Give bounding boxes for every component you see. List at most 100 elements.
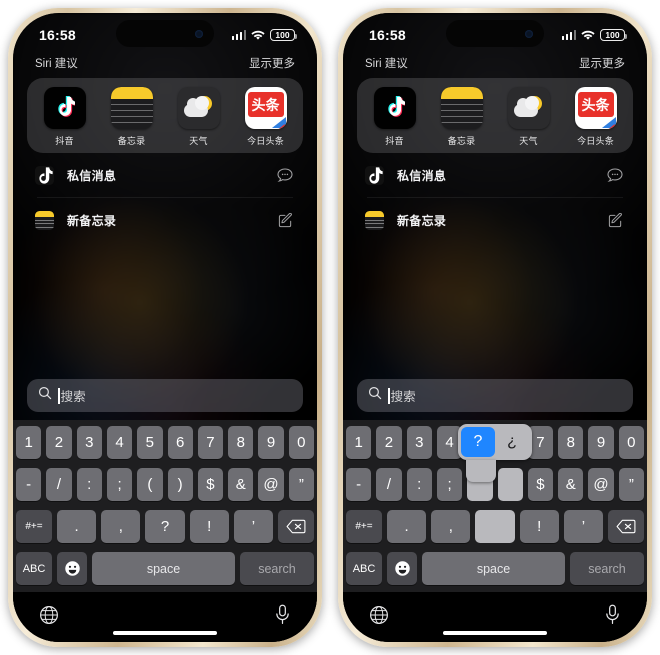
globe-icon[interactable] xyxy=(39,605,59,630)
key-exclamation[interactable]: ! xyxy=(189,510,229,543)
key-semicolon[interactable]: ; xyxy=(106,468,133,501)
siri-action-row-message[interactable]: 私信消息 xyxy=(357,153,633,197)
key-1[interactable]: 1 xyxy=(16,426,42,459)
key-period[interactable]: . xyxy=(57,510,97,543)
key-period[interactable]: . xyxy=(387,510,427,543)
key-search[interactable]: search xyxy=(240,552,314,585)
key-symbols-toggle[interactable]: #+= xyxy=(346,510,382,543)
key-2[interactable]: 2 xyxy=(376,426,402,459)
key-2[interactable]: 2 xyxy=(46,426,72,459)
siri-action-row-new-note[interactable]: 新备忘录 xyxy=(27,198,303,242)
emoji-icon[interactable] xyxy=(387,552,417,585)
siri-title: Siri 建议 xyxy=(35,58,78,70)
key-dollar[interactable]: $ xyxy=(197,468,224,501)
key-8[interactable]: 8 xyxy=(228,426,254,459)
key-paren-close[interactable]: ) xyxy=(497,468,523,501)
key-0[interactable]: 0 xyxy=(618,426,644,459)
home-indicator[interactable] xyxy=(443,631,547,635)
key-9[interactable]: 9 xyxy=(258,426,284,459)
key-6[interactable]: 6 xyxy=(167,426,193,459)
notes-icon xyxy=(440,87,483,129)
search-icon xyxy=(368,386,382,405)
key-hyphen[interactable]: - xyxy=(346,468,372,501)
emoji-icon[interactable] xyxy=(57,552,87,585)
key-semicolon[interactable]: ; xyxy=(436,468,463,501)
app-suggestion-notes[interactable]: 备忘录 xyxy=(431,87,493,147)
app-suggestion-tiktok[interactable]: 抖音 xyxy=(34,87,96,147)
show-more-button[interactable]: 显示更多 xyxy=(249,55,295,71)
key-paren-close[interactable]: ) xyxy=(167,468,193,501)
key-1[interactable]: 1 xyxy=(346,426,372,459)
compose-icon[interactable] xyxy=(608,212,623,228)
key-ampersand[interactable]: & xyxy=(228,468,254,501)
key-ampersand[interactable]: & xyxy=(558,468,584,501)
siri-suggestions-header: Siri 建议 显示更多 xyxy=(13,53,317,78)
key-space[interactable]: space xyxy=(92,552,235,585)
key-colon[interactable]: : xyxy=(76,468,102,501)
key-dollar[interactable]: $ xyxy=(527,468,554,501)
keyboard-row-symbols: - / : ; ( ) $ & @ ” xyxy=(346,468,644,501)
key-apostrophe[interactable]: ’ xyxy=(563,510,604,543)
globe-icon[interactable] xyxy=(369,605,389,630)
action-label: 私信消息 xyxy=(67,168,117,183)
search-input[interactable]: 搜索 xyxy=(27,379,303,412)
siri-action-row-new-note[interactable]: 新备忘录 xyxy=(357,198,633,242)
key-symbols-toggle[interactable]: #+= xyxy=(16,510,52,543)
key-at[interactable]: @ xyxy=(258,468,284,501)
microphone-icon[interactable] xyxy=(604,604,621,630)
key-at[interactable]: @ xyxy=(588,468,614,501)
key-quote[interactable]: ” xyxy=(288,468,314,501)
key-paren-open[interactable]: ( xyxy=(137,468,163,501)
key-8[interactable]: 8 xyxy=(558,426,584,459)
phone-screen-left: 16:58 100 Siri 建议 显示更多 抖音 备忘录 天气 头条 今日头条… xyxy=(13,13,317,642)
keyboard-row-bottom: ABC space search xyxy=(16,552,314,592)
key-0[interactable]: 0 xyxy=(288,426,314,459)
key-7[interactable]: 7 xyxy=(527,426,554,459)
key-question[interactable]: ? xyxy=(475,510,515,543)
key-7[interactable]: 7 xyxy=(197,426,224,459)
delete-icon[interactable] xyxy=(278,510,315,543)
key-hyphen[interactable]: - xyxy=(16,468,42,501)
app-suggestion-toutiao[interactable]: 头条 今日头条 xyxy=(565,87,627,147)
message-bubble-icon[interactable] xyxy=(277,168,293,182)
message-bubble-icon[interactable] xyxy=(607,168,623,182)
weather-icon xyxy=(507,87,550,129)
key-comma[interactable]: , xyxy=(431,510,471,543)
app-suggestion-weather[interactable]: 天气 xyxy=(168,87,230,147)
key-9[interactable]: 9 xyxy=(588,426,614,459)
key-colon[interactable]: : xyxy=(406,468,432,501)
show-more-button[interactable]: 显示更多 xyxy=(579,55,625,71)
app-suggestion-weather[interactable]: 天气 xyxy=(498,87,560,147)
delete-icon[interactable] xyxy=(608,510,645,543)
key-exclamation[interactable]: ! xyxy=(519,510,559,543)
key-4[interactable]: 4 xyxy=(436,426,463,459)
key-6[interactable]: 6 xyxy=(497,426,523,459)
key-5[interactable]: 5 xyxy=(137,426,163,459)
key-quote[interactable]: ” xyxy=(618,468,644,501)
status-indicators: 100 xyxy=(231,29,297,41)
key-comma[interactable]: , xyxy=(101,510,141,543)
key-5[interactable]: 5 xyxy=(467,426,493,459)
key-3[interactable]: 3 xyxy=(76,426,102,459)
key-paren-open[interactable]: ( xyxy=(467,468,493,501)
key-question[interactable]: ? xyxy=(145,510,185,543)
key-3[interactable]: 3 xyxy=(406,426,432,459)
siri-action-row-message[interactable]: 私信消息 xyxy=(27,153,303,197)
app-suggestion-toutiao[interactable]: 头条 今日头条 xyxy=(235,87,297,147)
key-4[interactable]: 4 xyxy=(106,426,133,459)
search-input[interactable]: 搜索 xyxy=(357,379,633,412)
microphone-icon[interactable] xyxy=(274,604,291,630)
key-apostrophe[interactable]: ’ xyxy=(233,510,274,543)
home-indicator[interactable] xyxy=(113,631,217,635)
key-search[interactable]: search xyxy=(570,552,644,585)
compose-icon[interactable] xyxy=(278,212,293,228)
key-slash[interactable]: / xyxy=(46,468,72,501)
app-suggestion-notes[interactable]: 备忘录 xyxy=(101,87,163,147)
key-slash[interactable]: / xyxy=(376,468,402,501)
app-suggestion-tiktok[interactable]: 抖音 xyxy=(364,87,426,147)
wallpaper-space xyxy=(343,242,647,379)
key-space[interactable]: space xyxy=(422,552,565,585)
key-abc[interactable]: ABC xyxy=(346,552,382,585)
keyboard-row-bottom: ABC space search xyxy=(346,552,644,592)
key-abc[interactable]: ABC xyxy=(16,552,52,585)
